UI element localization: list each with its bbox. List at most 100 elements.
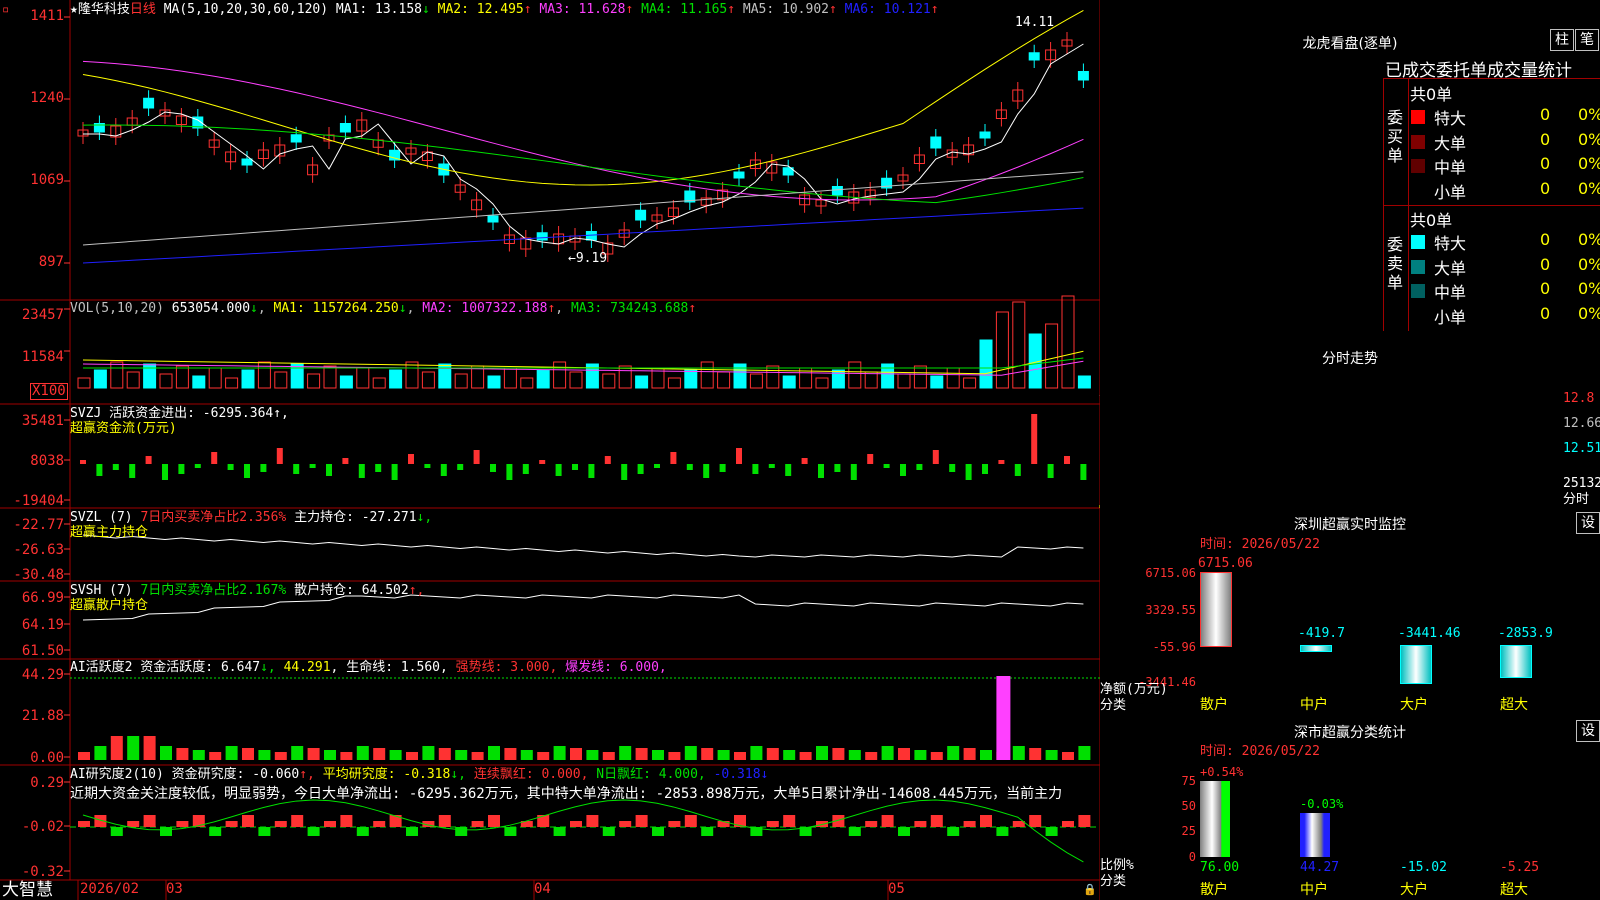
fund-flow-bar xyxy=(162,464,168,480)
volume-bar xyxy=(635,375,649,389)
date-axis-label: 05 xyxy=(888,881,905,897)
ma-legend-item[interactable]: MA5: 10.902 xyxy=(743,2,829,17)
bar-mode-button[interactable]: 柱 xyxy=(1550,29,1574,51)
research-bar xyxy=(1045,827,1058,836)
activity-bar xyxy=(520,750,533,760)
volume-bar xyxy=(225,377,239,389)
svzj-y-tick: -19404 xyxy=(13,493,64,509)
lock-icon[interactable]: 🔒 xyxy=(1083,882,1097,897)
ai-active-y-tick: 0.00 xyxy=(30,750,64,766)
activity-bar xyxy=(783,750,796,760)
sz-monitor-settings-button[interactable]: 设 xyxy=(1576,512,1600,534)
volume-bar xyxy=(1077,375,1091,389)
order-color-swatch xyxy=(1411,308,1425,323)
sz-net-bar[interactable] xyxy=(1400,645,1432,685)
class-category-label: 超大 xyxy=(1500,882,1528,898)
ma-legend-item[interactable]: MA1: 13.158 xyxy=(336,2,422,17)
activity-bar xyxy=(340,752,353,760)
svzl-header: SVZL (7) 7日内买卖净占比2.356% 主力持仓: -27.271↓, xyxy=(70,510,433,525)
fund-flow-bar xyxy=(752,464,759,474)
volume-bar xyxy=(126,371,140,389)
candle-body xyxy=(339,123,351,133)
volume-bar xyxy=(1045,323,1059,389)
main-chart-canvas[interactable] xyxy=(0,0,1100,900)
period-label[interactable]: 日线 xyxy=(130,2,156,17)
brand-label[interactable]: 大智慧 xyxy=(2,880,53,900)
activity-bar xyxy=(78,752,90,760)
fund-flow-bar xyxy=(900,464,906,476)
ma-legend-item[interactable]: MA4: 11.165 xyxy=(641,2,727,17)
sz-net-bar[interactable] xyxy=(1300,645,1332,652)
vol-y-tick: 23457 xyxy=(21,307,64,323)
activity-bar xyxy=(291,746,304,760)
candle-body xyxy=(487,215,499,223)
sz-class-y-tick: 0 xyxy=(1188,850,1196,864)
ma-legend-item[interactable]: MA3: 11.628 xyxy=(539,2,625,17)
svzl-y-tick: -26.63 xyxy=(13,542,64,558)
activity-bar xyxy=(488,746,500,760)
sz-y-tick: 6715.06 xyxy=(1145,566,1196,580)
candle-body xyxy=(241,158,253,166)
ma-legend-item[interactable]: MA2: 12.495 xyxy=(438,2,524,17)
order-count: 0 xyxy=(1540,254,1551,274)
fund-flow-bar xyxy=(932,450,939,464)
activity-bar xyxy=(192,750,205,760)
fund-flow-bar xyxy=(883,464,890,468)
stock-name[interactable]: 隆华科技 xyxy=(78,2,130,17)
research-bar xyxy=(406,827,418,836)
sz-category-label: 中户 xyxy=(1300,697,1328,713)
minute-vol-label: 25132 xyxy=(1563,476,1600,491)
volume-bar xyxy=(487,375,501,389)
fund-flow-bar xyxy=(227,464,234,470)
sz-monitor-time: 时间: 2026/05/22 xyxy=(1200,537,1320,552)
vol-ma3-line xyxy=(83,357,1084,369)
sz-net-bar[interactable] xyxy=(1200,572,1232,647)
volume-bar xyxy=(536,369,550,389)
sz-net-bar[interactable] xyxy=(1500,645,1532,679)
ai-research-y-tick: 0.29 xyxy=(30,775,64,791)
ai-active-y-tick: 21.88 xyxy=(21,708,64,724)
ma-legend-arrow: ↓ xyxy=(421,2,430,17)
fund-flow-bar xyxy=(424,464,431,468)
fund-flow-bar xyxy=(391,464,398,480)
vol-value: 653054.000 xyxy=(171,301,251,316)
activity-bar xyxy=(1062,752,1074,760)
research-bar xyxy=(127,821,140,827)
fund-flow-bar xyxy=(637,464,644,474)
svzl-y-tick: -30.48 xyxy=(13,567,64,583)
class-ratio-bar[interactable] xyxy=(1200,781,1230,857)
ma-legend-item[interactable]: MA6: 10.121 xyxy=(845,2,931,17)
volume-bar xyxy=(241,369,255,389)
minute-chart-title: 分时走势 xyxy=(1322,351,1378,367)
fund-flow-bar xyxy=(1031,414,1038,464)
high-price-label: 14.11 xyxy=(1015,15,1055,30)
activity-bar xyxy=(980,750,992,760)
y-tick-label: 1240 xyxy=(30,90,64,106)
volume-bar xyxy=(1012,301,1026,389)
class-ratio-bar[interactable] xyxy=(1300,812,1330,857)
sz-class-settings-button[interactable]: 设 xyxy=(1576,720,1600,742)
activity-bar xyxy=(848,750,861,760)
research-bar xyxy=(110,827,123,836)
volume-bar xyxy=(110,361,124,389)
fund-flow-bar xyxy=(276,448,283,464)
volume-bar xyxy=(979,339,993,389)
minute-price-label: 12.8 xyxy=(1563,391,1595,406)
volume-bar xyxy=(864,371,878,389)
volume-bar xyxy=(963,377,977,389)
fund-flow-bar xyxy=(326,464,332,476)
activity-bar xyxy=(832,748,845,760)
vol-unit-badge[interactable]: X100 xyxy=(30,383,68,400)
candle-body xyxy=(733,171,745,179)
fund-flow-bar xyxy=(621,464,628,480)
vol-header: VOL(5,10,20) 653054.000↓, MA1: 1157264.2… xyxy=(70,301,697,316)
activity-bar xyxy=(209,752,222,760)
research-bar xyxy=(455,827,468,836)
research-bar xyxy=(1029,815,1042,827)
activity-bar xyxy=(816,746,828,760)
activity-bar xyxy=(94,746,107,760)
pen-mode-button[interactable]: 笔 xyxy=(1575,29,1599,51)
research-bar xyxy=(373,821,386,827)
order-size-label: 大单 xyxy=(1434,258,1467,278)
order-count: 0 xyxy=(1540,178,1551,198)
